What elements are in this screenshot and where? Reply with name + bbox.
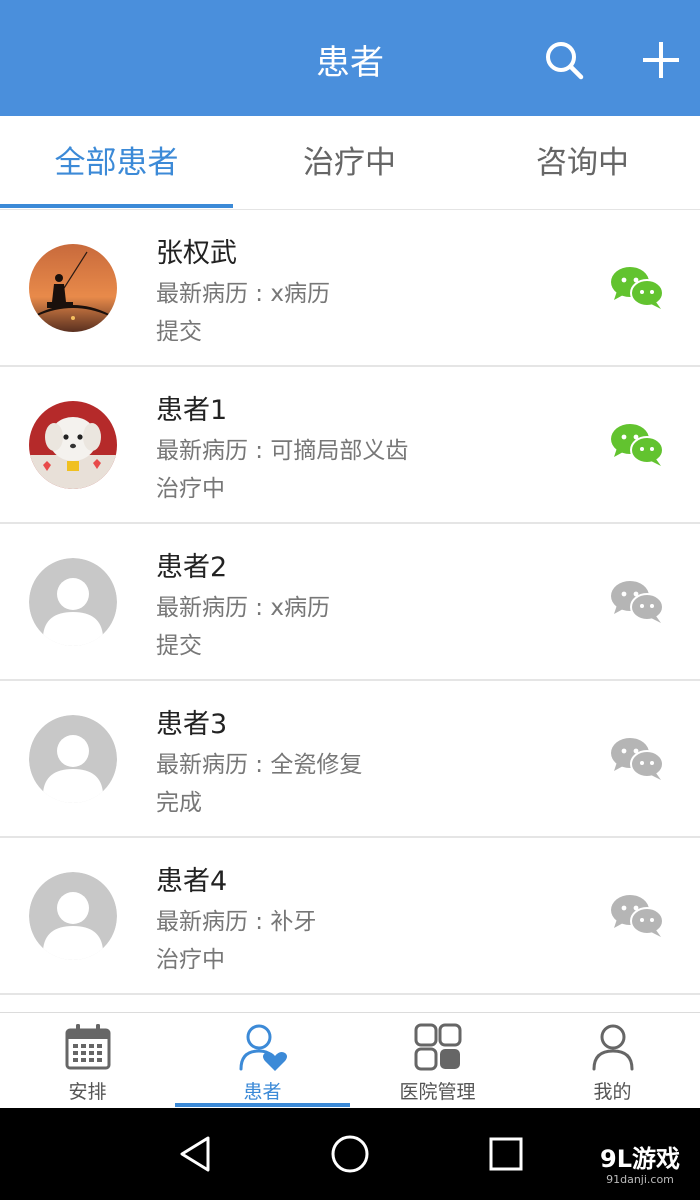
- patient-status: 治疗中: [156, 476, 225, 502]
- patient-row[interactable]: 张权武 最新病历 : x病历 提交: [0, 211, 700, 367]
- tab-all-patients[interactable]: 全部患者: [0, 116, 233, 210]
- page-title: 患者: [316, 43, 384, 83]
- patient-status: 提交: [156, 633, 202, 659]
- nav-label: 患者: [243, 1081, 282, 1103]
- active-tab-indicator: [0, 204, 233, 208]
- search-button[interactable]: [540, 36, 588, 84]
- plus-icon: [643, 42, 679, 78]
- avatar: [29, 715, 117, 803]
- fishing-silhouette-photo: [29, 244, 117, 332]
- patient-status: 完成: [156, 790, 202, 816]
- latest-record: 最新病历 : x病历: [156, 595, 330, 621]
- patient-name: 患者1: [156, 395, 228, 426]
- patient-row[interactable]: 患者1 最新病历 : 可摘局部义齿 治疗中: [0, 368, 700, 524]
- active-nav-indicator: [175, 1103, 350, 1107]
- latest-record: 最新病历 : x病历: [156, 281, 330, 307]
- nav-label: 安排: [68, 1081, 107, 1103]
- grid-icon: [414, 1023, 462, 1071]
- wechat-icon[interactable]: [609, 422, 665, 468]
- wechat-icon[interactable]: [609, 736, 665, 782]
- white-puppy-photo: [29, 401, 117, 489]
- avatar: [29, 872, 117, 960]
- avatar: [29, 558, 117, 646]
- patient-name: 患者2: [156, 552, 228, 583]
- patient-status: 提交: [156, 319, 202, 345]
- patient-filter-tabs: 全部患者 治疗中 咨询中: [0, 116, 700, 210]
- latest-record: 最新病历 : 补牙: [156, 909, 317, 935]
- default-person-avatar-icon: [29, 715, 117, 803]
- wechat-icon[interactable]: [609, 893, 665, 939]
- patient-name: 患者4: [156, 866, 228, 897]
- tab-in-treatment[interactable]: 治疗中: [233, 116, 466, 210]
- patient-status: 治疗中: [156, 947, 225, 973]
- watermark-logo: 9L游戏 91danji.com: [590, 1145, 690, 1186]
- nav-hospital-management[interactable]: 医院管理: [350, 1013, 525, 1109]
- wechat-icon[interactable]: [609, 265, 665, 311]
- nav-label: 我的: [593, 1081, 632, 1103]
- tab-consulting[interactable]: 咨询中: [466, 116, 699, 210]
- latest-record: 最新病历 : 可摘局部义齿: [156, 438, 409, 464]
- back-triangle-icon[interactable]: [174, 1132, 218, 1176]
- bottom-navigation: 安排 患者 医院管理 我的: [0, 1012, 700, 1108]
- patient-row[interactable]: 患者2 最新病历 : x病历 提交: [0, 525, 700, 681]
- wechat-icon[interactable]: [609, 579, 665, 625]
- watermark-sub: 91danji.com: [606, 1173, 674, 1186]
- avatar: [29, 244, 117, 332]
- nav-label: 医院管理: [399, 1081, 476, 1103]
- patient-name: 患者3: [156, 709, 228, 740]
- patient-row[interactable]: 患者4 最新病历 : 补牙 治疗中: [0, 839, 700, 995]
- patient-heart-icon: [239, 1024, 287, 1071]
- nav-schedule[interactable]: 安排: [0, 1013, 175, 1109]
- default-person-avatar-icon: [29, 872, 117, 960]
- patient-row[interactable]: 患者3 最新病历 : 全瓷修复 完成: [0, 682, 700, 838]
- search-icon: [546, 42, 584, 80]
- default-person-avatar-icon: [29, 558, 117, 646]
- home-circle-icon[interactable]: [328, 1132, 372, 1176]
- avatar: [29, 401, 117, 489]
- watermark-main: 9L游戏: [600, 1145, 680, 1173]
- recent-square-icon[interactable]: [484, 1132, 528, 1176]
- patient-name: 张权武: [156, 238, 237, 269]
- app-header: 患者: [0, 0, 700, 116]
- person-icon: [592, 1024, 634, 1071]
- latest-record: 最新病历 : 全瓷修复: [156, 752, 363, 778]
- add-patient-button[interactable]: [637, 36, 685, 84]
- nav-patients[interactable]: 患者: [175, 1013, 350, 1109]
- nav-me[interactable]: 我的: [525, 1013, 700, 1109]
- calendar-icon: [65, 1024, 111, 1070]
